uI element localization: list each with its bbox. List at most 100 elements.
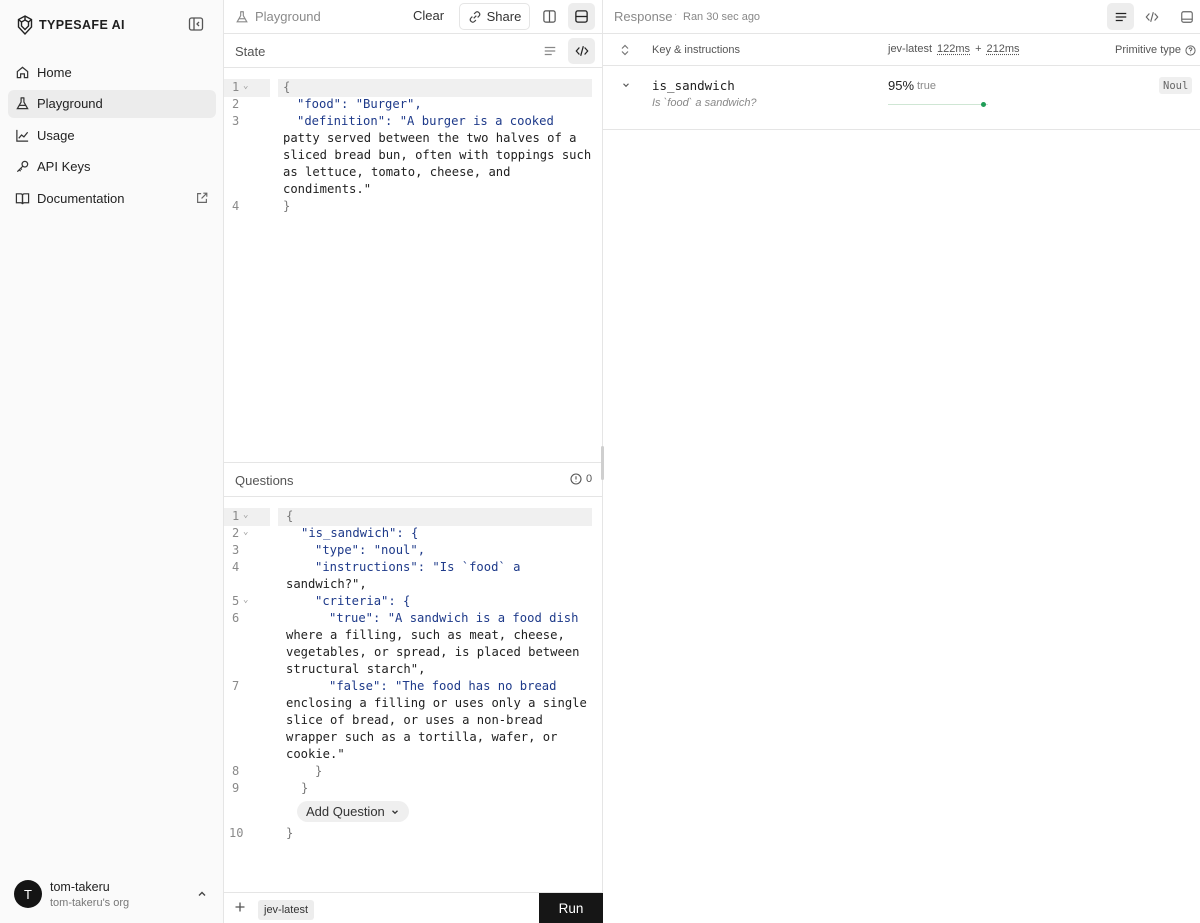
table-row[interactable]: is_sandwich Is `food` a sandwich? 95% tr…: [603, 66, 1200, 130]
chevron-down-icon[interactable]: [621, 80, 631, 90]
response-instructions: Is `food` a sandwich?: [652, 97, 757, 109]
code-line: slice of bread, or uses a non-bread: [286, 713, 543, 727]
sidebar-item-label: Documentation: [37, 190, 125, 206]
playground-pane: Playground Clear Share State 1 ⌄ 2 3 4 {…: [224, 0, 604, 923]
sidebar-item-api-keys[interactable]: API Keys: [8, 153, 216, 181]
lines-icon: [1114, 10, 1128, 24]
fold-chevron-icon[interactable]: ⌄: [243, 595, 248, 605]
code-line: sandwich?",: [286, 577, 367, 591]
line-number: 9: [232, 781, 240, 795]
code-line: }: [301, 781, 309, 795]
sidebar-item-label: Usage: [37, 127, 75, 143]
state-header: State: [224, 33, 603, 68]
code-view-button[interactable]: [568, 38, 595, 64]
questions-editor[interactable]: 1 ⌄ 2 ⌄ 3 4 5 ⌄ 6 7 8 9 10 { "is_sandwic…: [224, 507, 603, 887]
code-line: "is_sandwich": {: [301, 526, 419, 540]
line-number: 4: [232, 199, 240, 213]
code-line: "true": "A sandwich is a food dish: [329, 611, 579, 625]
latency-first[interactable]: 122ms: [937, 43, 970, 55]
book-icon: [15, 191, 30, 206]
split-vertical-button[interactable]: [568, 3, 595, 30]
split-horizontal-button[interactable]: [536, 3, 563, 30]
column-primitive-type: Primitive type: [1115, 44, 1196, 56]
page-title-text: Playground: [255, 9, 321, 24]
code-line: wrapper such as a tortilla, wafer, or: [286, 730, 558, 744]
code-line: as lettuce, tomato, cheese, and: [283, 165, 511, 179]
columns-icon: [542, 9, 557, 24]
sidebar-item-label: API Keys: [37, 159, 91, 174]
code-line: structural starch",: [286, 662, 426, 676]
fold-chevron-icon[interactable]: ⌄: [243, 527, 248, 537]
code-line: enclosing a filling or uses only a singl…: [286, 696, 587, 710]
line-number: 7: [232, 679, 240, 693]
typesafe-logo-icon: [17, 15, 33, 35]
model-selector[interactable]: jev-latest: [258, 900, 315, 920]
column-model: jev-latest 122ms + 212ms: [888, 43, 1020, 55]
state-editor[interactable]: 1 ⌄ 2 3 4 { "food": "Burger", "definitio…: [224, 78, 603, 458]
brand[interactable]: TYPESAFE AI: [17, 14, 125, 36]
collapse-sidebar-button[interactable]: [188, 16, 206, 34]
chart-line-icon: [15, 128, 30, 143]
user-menu[interactable]: T tom-takeru tom-takeru's org: [14, 880, 214, 910]
state-title: State: [235, 44, 266, 59]
current-line-highlight: [278, 79, 592, 97]
type-badge: Noul: [1159, 77, 1193, 94]
confidence-bar-marker: [980, 102, 986, 107]
code-line: "food": "Burger",: [297, 97, 422, 111]
key-icon: [15, 159, 30, 174]
panel-toggle-button[interactable]: [1173, 3, 1200, 30]
fold-chevron-icon[interactable]: ⌄: [243, 510, 248, 520]
code-icon: [1145, 10, 1159, 24]
code-line: patty served between the two halves of a: [283, 131, 577, 145]
flask-icon: [235, 10, 249, 24]
table-view-button[interactable]: [1107, 3, 1134, 30]
sidebar-item-playground[interactable]: Playground: [8, 89, 216, 118]
run-bar: jev-latest Run: [224, 892, 603, 923]
sidebar-item-documentation[interactable]: Documentation: [8, 184, 216, 212]
code-line: where a filling, such as meat, cheese,: [286, 628, 565, 642]
questions-header: Questions 0: [224, 462, 603, 497]
format-view-button[interactable]: [536, 38, 563, 64]
help-circle-icon[interactable]: [1185, 44, 1196, 56]
playground-toolbar: Playground Clear Share: [224, 0, 603, 34]
clear-button[interactable]: Clear: [413, 8, 444, 23]
sidebar-nav: Home Playground Usage API Keys Documenta…: [8, 58, 216, 216]
share-label: Share: [486, 9, 522, 24]
alert-circle-icon: [570, 473, 582, 485]
json-view-button[interactable]: [1138, 3, 1165, 30]
error-count-value: 0: [586, 473, 593, 485]
confidence-bar-fill: [888, 104, 983, 105]
flask-icon: [15, 96, 30, 111]
confidence-percent: 95%: [888, 78, 915, 93]
plus-icon[interactable]: [234, 901, 246, 913]
code-line: "criteria": {: [315, 594, 411, 608]
code-line: sliced bread bun, often with toppings su…: [283, 148, 592, 162]
sidebar-item-home[interactable]: Home: [8, 58, 216, 86]
add-question-button[interactable]: Add Question: [297, 801, 409, 822]
code-line: vegetables, or spread, is placed between: [286, 645, 580, 659]
response-title: Response: [614, 9, 673, 24]
response-table-header: Key & instructions jev-latest 122ms + 21…: [603, 33, 1200, 66]
response-value: true: [917, 80, 936, 92]
fold-chevron-icon[interactable]: ⌄: [243, 81, 248, 91]
page-title: Playground: [235, 0, 321, 33]
sort-icon[interactable]: [620, 44, 630, 56]
sidebar: TYPESAFE AI Home Playground Usage API Ke…: [0, 0, 224, 923]
code-line: "false": "The food has no bread: [329, 679, 557, 693]
line-number: 6: [232, 611, 240, 625]
code-line: }: [315, 764, 323, 778]
column-model-name: jev-latest: [888, 43, 933, 55]
separator-dot: ·: [674, 9, 678, 20]
column-type-label: Primitive type: [1115, 44, 1182, 56]
code-line: {: [286, 509, 294, 523]
confidence-bar: [888, 102, 988, 107]
line-number: 4: [232, 560, 240, 574]
questions-error-count[interactable]: 0: [570, 473, 592, 485]
code-line: }: [286, 826, 294, 840]
sidebar-item-usage[interactable]: Usage: [8, 121, 216, 149]
latency-second[interactable]: 212ms: [987, 43, 1020, 55]
questions-title: Questions: [235, 473, 294, 488]
run-button[interactable]: Run: [539, 893, 603, 923]
user-org: tom-takeru's org: [50, 897, 130, 909]
share-button[interactable]: Share: [459, 3, 530, 30]
